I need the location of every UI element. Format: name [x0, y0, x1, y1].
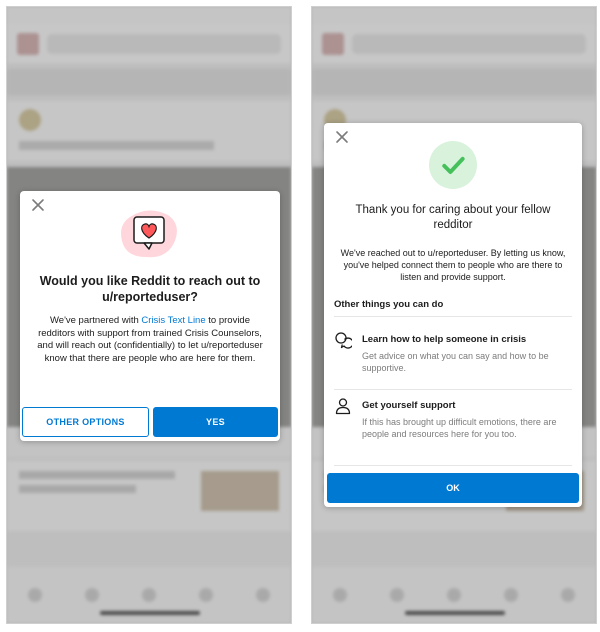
- item-title: Get yourself support: [362, 400, 456, 411]
- divider: [334, 316, 572, 317]
- ok-button[interactable]: OK: [327, 473, 579, 503]
- phone-screen-left: Would you like Reddit to reach out to u/…: [6, 6, 292, 624]
- reach-out-dialog: Would you like Reddit to reach out to u/…: [20, 191, 280, 441]
- yes-button[interactable]: YES: [153, 407, 278, 437]
- checkmark-icon: [429, 141, 477, 189]
- close-icon[interactable]: [334, 129, 350, 145]
- dialog-actions: OTHER OPTIONS YES: [22, 407, 278, 437]
- chat-bubbles-icon: [334, 331, 354, 349]
- dialog-title: Thank you for caring about your fellow r…: [355, 204, 551, 231]
- divider: [334, 389, 572, 390]
- dialog-title: Would you like Reddit to reach out to u/…: [39, 274, 261, 304]
- dialog-body: We've partnered with Crisis Text Line to…: [32, 315, 268, 365]
- help-someone-item[interactable]: Learn how to help someone in crisis Get …: [334, 331, 572, 387]
- item-description: If this has brought up difficult emotion…: [362, 417, 557, 439]
- dialog-body: We've reached out to u/reporteduser. By …: [340, 248, 566, 282]
- crisis-text-line-link[interactable]: Crisis Text Line: [141, 315, 205, 326]
- item-description: Get advice on what you can say and how t…: [362, 351, 549, 373]
- heart-message-icon: [116, 207, 180, 263]
- divider: [334, 465, 572, 466]
- section-heading: Other things you can do: [334, 299, 444, 310]
- body-text-start: We've partnered with: [49, 315, 142, 326]
- item-title: Learn how to help someone in crisis: [362, 334, 527, 345]
- get-support-item[interactable]: Get yourself support If this has brought…: [334, 397, 572, 459]
- other-options-button[interactable]: OTHER OPTIONS: [22, 407, 149, 437]
- person-icon: [334, 397, 352, 415]
- phone-screen-right: Thank you for caring about your fellow r…: [311, 6, 597, 624]
- thank-you-dialog: Thank you for caring about your fellow r…: [324, 123, 582, 507]
- close-icon[interactable]: [30, 197, 46, 213]
